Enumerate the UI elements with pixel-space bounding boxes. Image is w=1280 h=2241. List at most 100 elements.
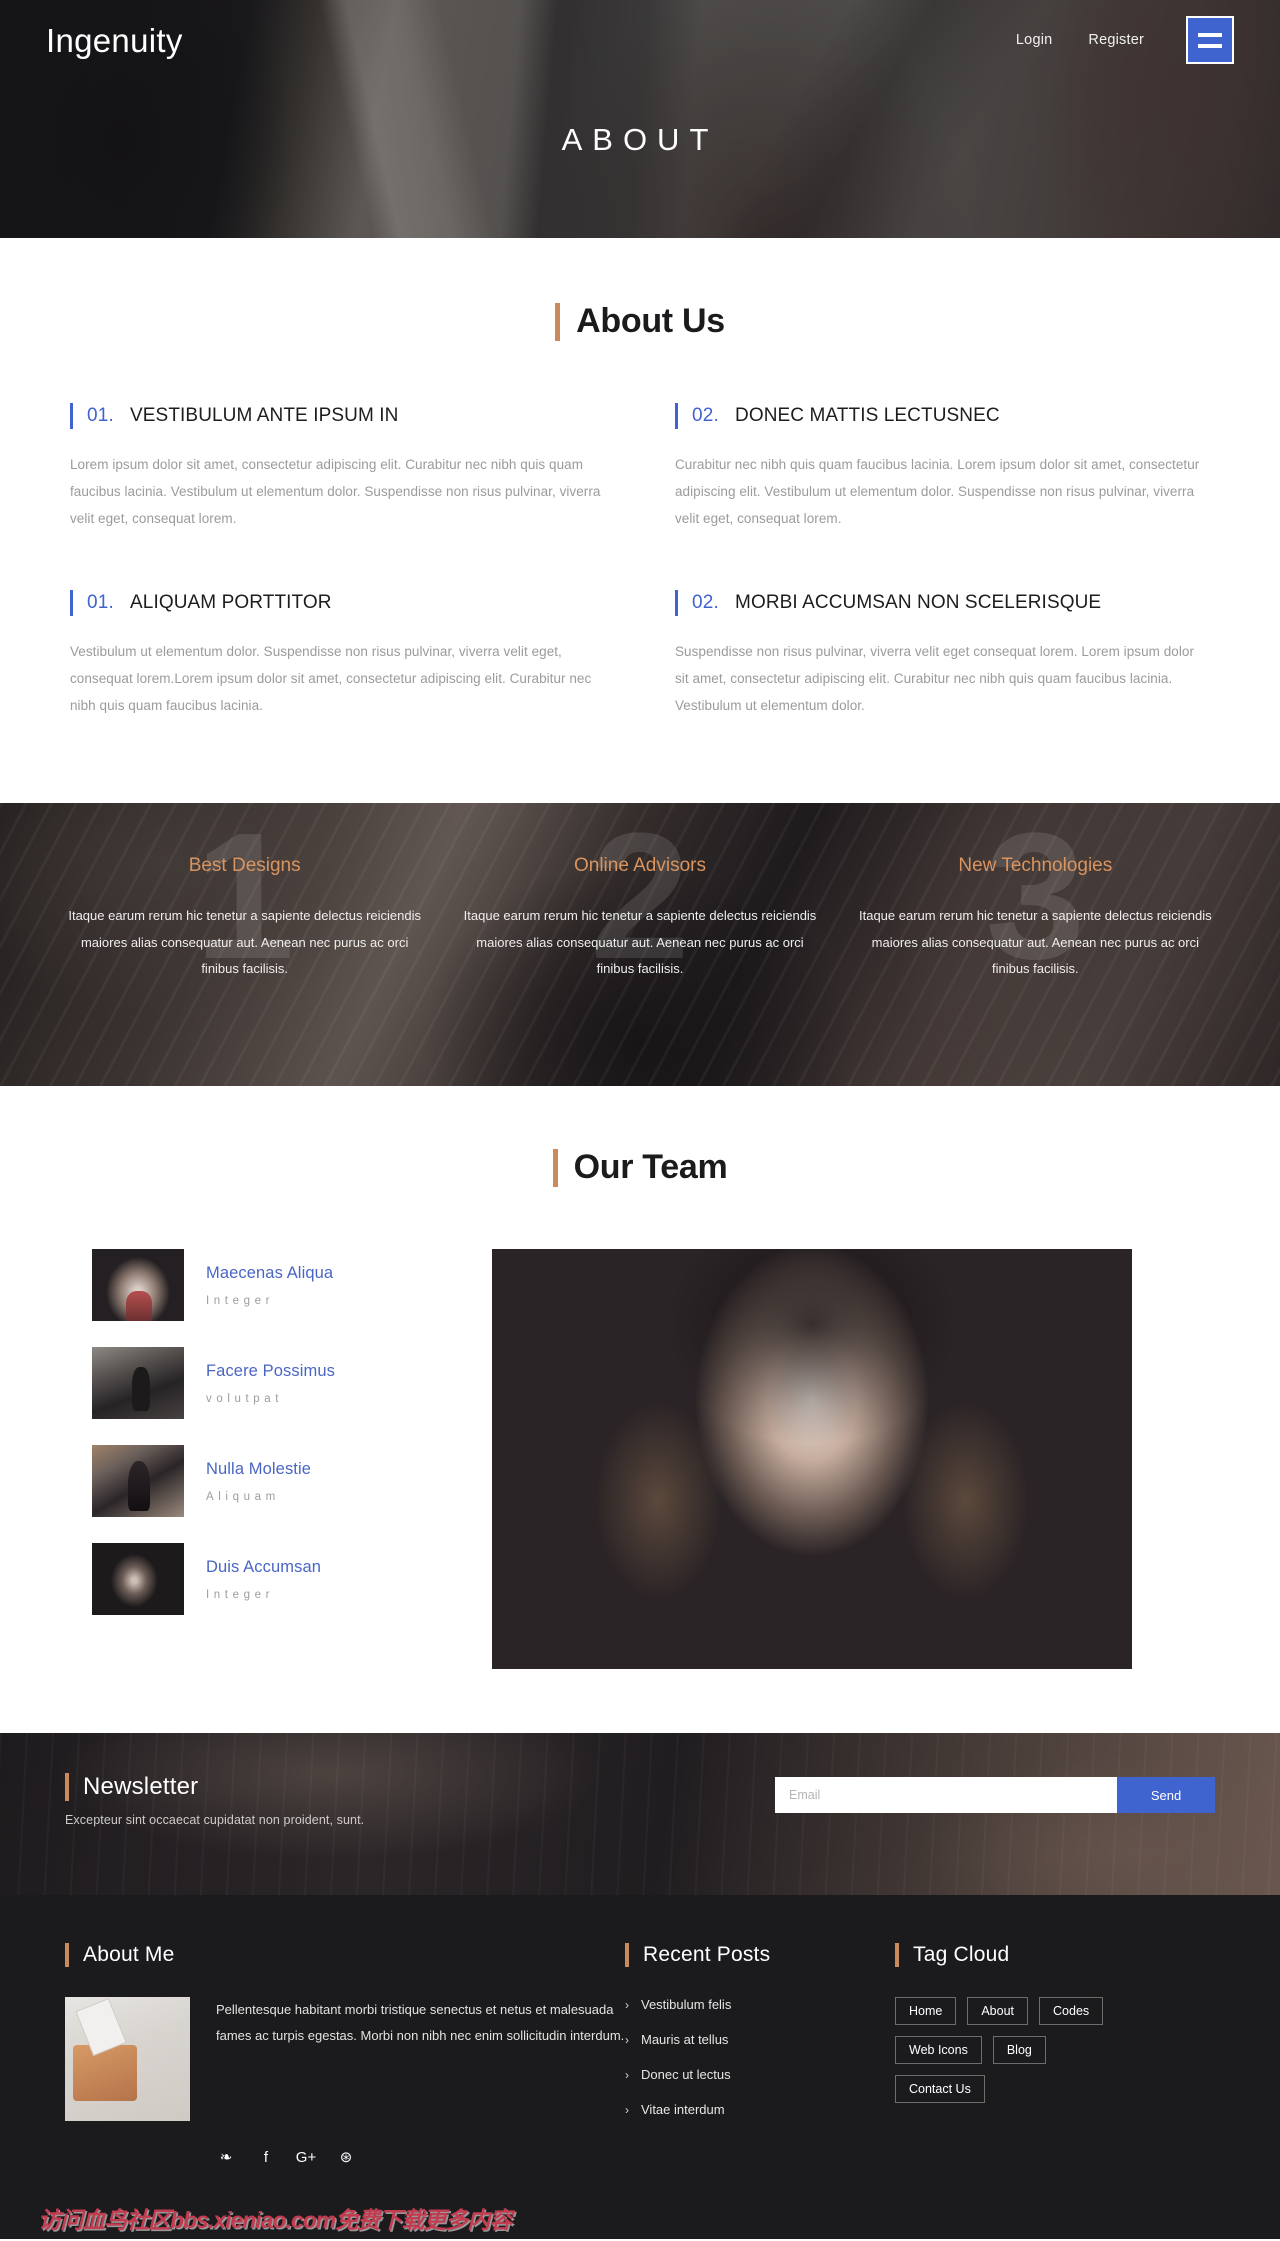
team-member-list: Maecenas Aliqua Integer Facere Possimus … [70,1249,450,1641]
footer-about-title: About Me [83,1943,175,1966]
service-column: 1 Best Designs Itaque earum rerum hic te… [65,807,424,987]
service-title: Online Advisors [573,855,706,876]
page-title: ABOUT [561,122,719,157]
twitter-icon[interactable]: ❧ [216,2147,236,2167]
team-member-role: Integer [206,1588,275,1601]
tag-blog[interactable]: Blog [992,2036,1046,2064]
hamburger-bar-bottom [1198,43,1222,48]
newsletter-send-button[interactable]: Send [1117,1777,1215,1813]
feature-body: Lorem ipsum dolor sit amet, consectetur … [70,457,601,526]
tag-codes[interactable]: Codes [1039,1997,1104,2025]
about-feature-grid: 01. VESTIBULUM ANTE IPSUM IN Lorem ipsum… [70,403,1210,719]
team-member-meta: Maecenas Aliqua Integer [206,1264,333,1307]
tag-about[interactable]: About [967,1997,1029,2025]
team-feature-photo [492,1249,1132,1669]
list-item[interactable]: › Donec ut lectus [625,2067,895,2082]
tag-web-icons[interactable]: Web Icons [895,2036,982,2064]
nav-right-group: Login Register [998,16,1234,64]
feature-number: 01. [87,405,115,426]
tag-home[interactable]: Home [895,1997,957,2025]
chevron-right-icon: › [625,2032,629,2047]
footer-posts-heading: Recent Posts [625,1943,895,1967]
footer-tags-title: Tag Cloud [913,1943,1010,1966]
site-footer: About Me Pellentesque habitant morbi tri… [0,1895,1280,2239]
feature-header: 01. VESTIBULUM ANTE IPSUM IN [70,403,605,429]
feature-block: 02. MORBI ACCUMSAN NON SCELERISQUE Suspe… [675,590,1210,719]
dribbble-icon[interactable]: ⊛ [336,2147,356,2167]
hamburger-menu-icon[interactable] [1186,16,1234,64]
feature-title: DONEC MATTIS LECTUSNEC [735,405,1000,426]
tag-cloud-list: Home About Codes Web Icons Blog Contact … [895,1997,1145,2103]
team-member-item[interactable]: Maecenas Aliqua Integer [92,1249,450,1321]
team-member-name[interactable]: Maecenas Aliqua [206,1264,333,1283]
team-member-meta: Duis Accumsan Integer [206,1558,321,1601]
newsletter-title: Newsletter [83,1773,199,1800]
team-section: Our Team Maecenas Aliqua Integer Facere … [0,1086,1280,1733]
recent-post-link[interactable]: Vitae interdum [641,2102,725,2117]
team-member-thumbnail [92,1347,184,1419]
team-member-item[interactable]: Duis Accumsan Integer [92,1543,450,1615]
footer-about-column: About Me Pellentesque habitant morbi tri… [65,1943,625,2167]
list-item[interactable]: › Vestibulum felis [625,1997,895,2012]
nav-link-register[interactable]: Register [1070,26,1162,54]
feature-number: 02. [692,592,720,613]
recent-post-link[interactable]: Donec ut lectus [641,2067,731,2082]
feature-block: 02. DONEC MATTIS LECTUSNEC Curabitur nec… [675,403,1210,532]
team-member-name[interactable]: Facere Possimus [206,1362,335,1381]
watermark-overlay: 访问血鸟社区bbs.xieniao.com免费下载更多内容 [38,2207,512,2233]
footer-social-links: ❧ f G+ ⊛ [65,2147,625,2167]
feature-accent-bar [70,590,73,616]
top-navigation-bar: Ingenuity Login Register [0,0,1280,80]
footer-posts-title: Recent Posts [643,1943,771,1966]
heading-accent-bar [625,1943,629,1967]
feature-body: Vestibulum ut elementum dolor. Suspendis… [70,644,592,713]
heading-accent-bar [65,1773,69,1801]
newsletter-email-input[interactable] [775,1777,1117,1813]
about-section-heading: About Us [0,302,1280,341]
footer-columns: About Me Pellentesque habitant morbi tri… [65,1943,1215,2167]
service-body: Itaque earum rerum hic tenetur a sapient… [68,908,421,977]
team-member-thumbnail [92,1543,184,1615]
site-logo[interactable]: Ingenuity [46,24,183,57]
feature-number: 02. [692,405,720,426]
service-body: Itaque earum rerum hic tenetur a sapient… [463,908,817,977]
team-content: Maecenas Aliqua Integer Facere Possimus … [70,1249,1210,1669]
team-member-meta: Nulla Molestie Aliquam [206,1460,311,1503]
newsletter-content: Newsletter Excepteur sint occaecat cupid… [65,1733,1215,1827]
team-heading-text: Our Team [573,1148,728,1186]
tag-contact-us[interactable]: Contact Us [895,2075,985,2103]
team-member-item[interactable]: Facere Possimus volutpat [92,1347,450,1419]
facebook-icon[interactable]: f [256,2147,276,2167]
feature-body: Suspendisse non risus pulvinar, viverra … [675,644,1195,713]
team-member-name[interactable]: Duis Accumsan [206,1558,321,1577]
recent-post-link[interactable]: Vestibulum felis [641,1997,731,2012]
newsletter-heading: Newsletter [65,1773,364,1801]
nav-link-login[interactable]: Login [998,26,1070,54]
service-column: 2 Online Advisors Itaque earum rerum hic… [460,807,819,987]
list-item[interactable]: › Vitae interdum [625,2102,895,2117]
heading-accent-bar [555,302,561,341]
footer-about-row: Pellentesque habitant morbi tristique se… [65,1997,625,2121]
hero-banner: Ingenuity Login Register ABOUT [0,0,1280,238]
recent-post-link[interactable]: Mauris at tellus [641,2032,728,2047]
feature-title: MORBI ACCUMSAN NON SCELERISQUE [735,592,1102,613]
footer-about-text: Pellentesque habitant morbi tristique se… [216,2002,625,2043]
footer-tags-heading: Tag Cloud [895,1943,1215,1967]
list-item[interactable]: › Mauris at tellus [625,2032,895,2047]
chevron-right-icon: › [625,2067,629,2082]
team-member-role: Aliquam [206,1490,280,1503]
feature-header: 02. MORBI ACCUMSAN NON SCELERISQUE [675,590,1210,616]
feature-accent-bar [675,403,678,429]
team-member-name[interactable]: Nulla Molestie [206,1460,311,1479]
recent-posts-list: › Vestibulum felis › Mauris at tellus › … [625,1997,895,2117]
about-section: About Us 01. VESTIBULUM ANTE IPSUM IN Lo… [0,238,1280,751]
service-title: New Technologies [958,855,1113,876]
feature-title: VESTIBULUM ANTE IPSUM IN [130,405,399,426]
team-member-meta: Facere Possimus volutpat [206,1362,335,1405]
google-plus-icon[interactable]: G+ [296,2147,316,2167]
team-member-item[interactable]: Nulla Molestie Aliquam [92,1445,450,1517]
footer-tag-cloud-column: Tag Cloud Home About Codes Web Icons Blo… [895,1943,1215,2167]
feature-header: 02. DONEC MATTIS LECTUSNEC [675,403,1210,429]
services-columns: 1 Best Designs Itaque earum rerum hic te… [65,803,1215,987]
feature-accent-bar [675,590,678,616]
